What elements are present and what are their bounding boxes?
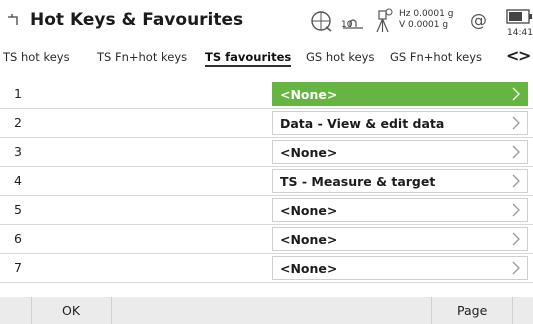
favourites-list: 1 <None> 2 Data - View & edit data 3 <No… bbox=[0, 80, 533, 290]
chevron-right-icon bbox=[512, 261, 520, 275]
clock: 14:41 bbox=[507, 28, 533, 38]
selector-value: <None> bbox=[280, 87, 338, 102]
chevron-right-icon bbox=[512, 116, 520, 130]
page-button[interactable]: Page bbox=[431, 297, 513, 324]
tab-gs-fn-hot-keys[interactable]: GS Fn+hot keys bbox=[390, 50, 482, 64]
chevron-right-icon bbox=[512, 145, 520, 159]
page-button-label: Page bbox=[457, 303, 488, 318]
battery-icon: 14:41 bbox=[506, 9, 533, 38]
favourite-selector-7[interactable]: <None> bbox=[272, 256, 528, 280]
list-row-6: 6 <None> bbox=[0, 225, 533, 254]
row-index: 5 bbox=[14, 202, 22, 217]
ok-button[interactable]: OK bbox=[31, 297, 111, 324]
selector-value: <None> bbox=[280, 232, 338, 247]
favourite-selector-3[interactable]: <None> bbox=[272, 140, 528, 164]
selector-value: <None> bbox=[280, 145, 338, 160]
empty-function-key[interactable] bbox=[111, 297, 431, 324]
tab-scroll-arrows: <> bbox=[506, 48, 533, 64]
instrument-icon[interactable] bbox=[373, 0, 393, 42]
row-index: 2 bbox=[14, 115, 22, 130]
row-index: 1 bbox=[14, 86, 22, 101]
tab-scroll-left-icon[interactable]: < bbox=[506, 48, 519, 64]
battery-status[interactable]: 14:41 bbox=[504, 0, 533, 42]
list-row-1: 1 <None> bbox=[0, 80, 533, 109]
chevron-right-icon bbox=[512, 203, 520, 217]
list-row-4: 4 TS - Measure & target bbox=[0, 167, 533, 196]
selector-value: TS - Measure & target bbox=[280, 174, 436, 189]
list-row-2: 2 Data - View & edit data bbox=[0, 109, 533, 138]
sat-count: 10 bbox=[341, 20, 353, 30]
selector-value: <None> bbox=[280, 203, 338, 218]
ok-button-label: OK bbox=[62, 303, 81, 318]
row-index: 7 bbox=[14, 260, 22, 275]
selector-value: <None> bbox=[280, 261, 338, 276]
tab-ts-fn-hot-keys[interactable]: TS Fn+hot keys bbox=[97, 50, 187, 64]
list-row-5: 5 <None> bbox=[0, 196, 533, 225]
chevron-right-icon bbox=[512, 232, 520, 246]
list-row-3: 3 <None> bbox=[0, 138, 533, 167]
v-readout: V 0.0001 g bbox=[399, 20, 449, 30]
favourite-selector-1[interactable]: <None> bbox=[272, 82, 528, 106]
list-row-7: 7 <None> bbox=[0, 254, 533, 283]
favourite-selector-6[interactable]: <None> bbox=[272, 227, 528, 251]
back-icon[interactable] bbox=[6, 13, 20, 27]
favourite-selector-2[interactable]: Data - View & edit data bbox=[272, 111, 528, 135]
svg-text:@: @ bbox=[470, 11, 487, 31]
tab-ts-favourites[interactable]: TS favourites bbox=[205, 50, 292, 67]
compensator-status[interactable]: 10 bbox=[340, 0, 366, 42]
row-index: 3 bbox=[14, 144, 22, 159]
function-key-bar: OK Page bbox=[0, 297, 533, 324]
title-bar: Hot Keys & Favourites 10 Hz 0.0001 g V 0… bbox=[0, 0, 533, 42]
row-index: 6 bbox=[14, 231, 22, 246]
hz-readout: Hz 0.0001 g bbox=[399, 9, 454, 19]
page-title: Hot Keys & Favourites bbox=[30, 10, 244, 30]
chevron-right-icon bbox=[512, 174, 520, 188]
tab-bar: TS hot keys TS Fn+hot keys TS favourites… bbox=[0, 42, 533, 70]
favourite-selector-5[interactable]: <None> bbox=[272, 198, 528, 222]
tab-gs-hot-keys[interactable]: GS hot keys bbox=[306, 50, 374, 64]
favourite-selector-4[interactable]: TS - Measure & target bbox=[272, 169, 528, 193]
tab-ts-hot-keys[interactable]: TS hot keys bbox=[3, 50, 70, 64]
chevron-right-icon bbox=[512, 87, 520, 101]
level-bubble-icon: 10 bbox=[341, 19, 363, 30]
selector-value: Data - View & edit data bbox=[280, 116, 445, 131]
tab-scroll-right-icon[interactable]: > bbox=[518, 48, 531, 64]
at-icon[interactable]: @ bbox=[468, 0, 490, 42]
target-tracking-icon[interactable] bbox=[308, 0, 334, 42]
row-index: 4 bbox=[14, 173, 22, 188]
hot-keys-favourites-screen: Hot Keys & Favourites 10 Hz 0.0001 g V 0… bbox=[0, 0, 533, 324]
